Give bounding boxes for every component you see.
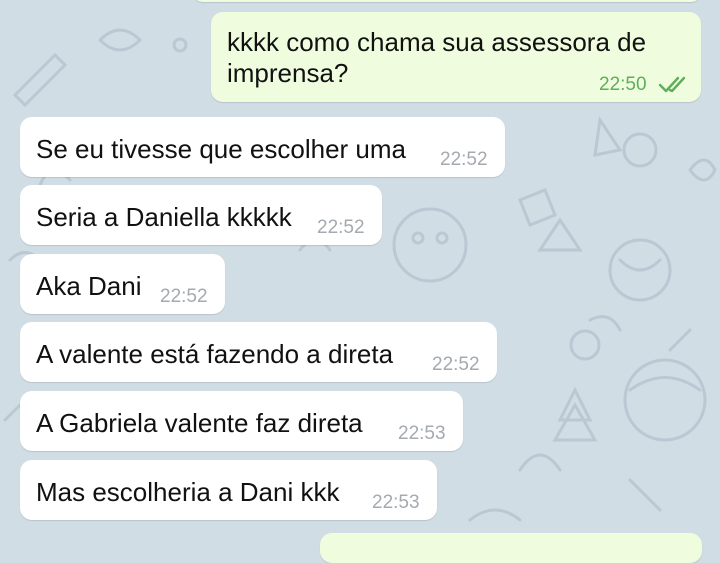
message-bubble-outgoing-partial[interactable] bbox=[192, 0, 702, 2]
message-text: Aka Dani bbox=[36, 271, 142, 301]
double-check-icon bbox=[658, 76, 686, 93]
message-text: Mas escolheria a Dani kkk bbox=[36, 477, 340, 507]
message-text: Seria a Daniella kkkkk bbox=[36, 202, 292, 232]
message-bubble-incoming-6[interactable]: Mas escolheria a Dani kkk 22:53 bbox=[20, 460, 437, 520]
message-time: 22:50 bbox=[599, 74, 647, 95]
message-bubble-incoming-1[interactable]: Se eu tivesse que escolher uma 22:52 bbox=[20, 117, 505, 177]
message-time: 22:53 bbox=[372, 492, 420, 513]
message-text: Se eu tivesse que escolher uma bbox=[36, 134, 406, 164]
message-text: A valente está fazendo a direta bbox=[36, 339, 394, 369]
message-time: 22:52 bbox=[432, 354, 480, 375]
message-time: 22:52 bbox=[317, 217, 365, 238]
message-bubble-incoming-2[interactable]: Seria a Daniella kkkkk 22:52 bbox=[20, 185, 382, 245]
message-text: A Gabriela valente faz direta bbox=[36, 408, 363, 438]
message-bubble-incoming-4[interactable]: A valente está fazendo a direta 22:52 bbox=[20, 322, 497, 382]
message-time: 22:52 bbox=[160, 286, 208, 307]
message-text-line-2: imprensa? bbox=[227, 58, 349, 88]
message-time: 22:53 bbox=[398, 423, 446, 444]
message-bubble-outgoing[interactable]: kkkk como chama sua assessora de imprens… bbox=[211, 12, 701, 102]
message-bubble-incoming-3[interactable]: Aka Dani 22:52 bbox=[20, 254, 225, 314]
message-text-line-1: kkkk como chama sua assessora de bbox=[227, 27, 647, 57]
message-time: 22:52 bbox=[440, 149, 488, 170]
message-bubble-incoming-5[interactable]: A Gabriela valente faz direta 22:53 bbox=[20, 391, 463, 451]
message-bubble-outgoing-next-partial[interactable] bbox=[320, 533, 702, 563]
